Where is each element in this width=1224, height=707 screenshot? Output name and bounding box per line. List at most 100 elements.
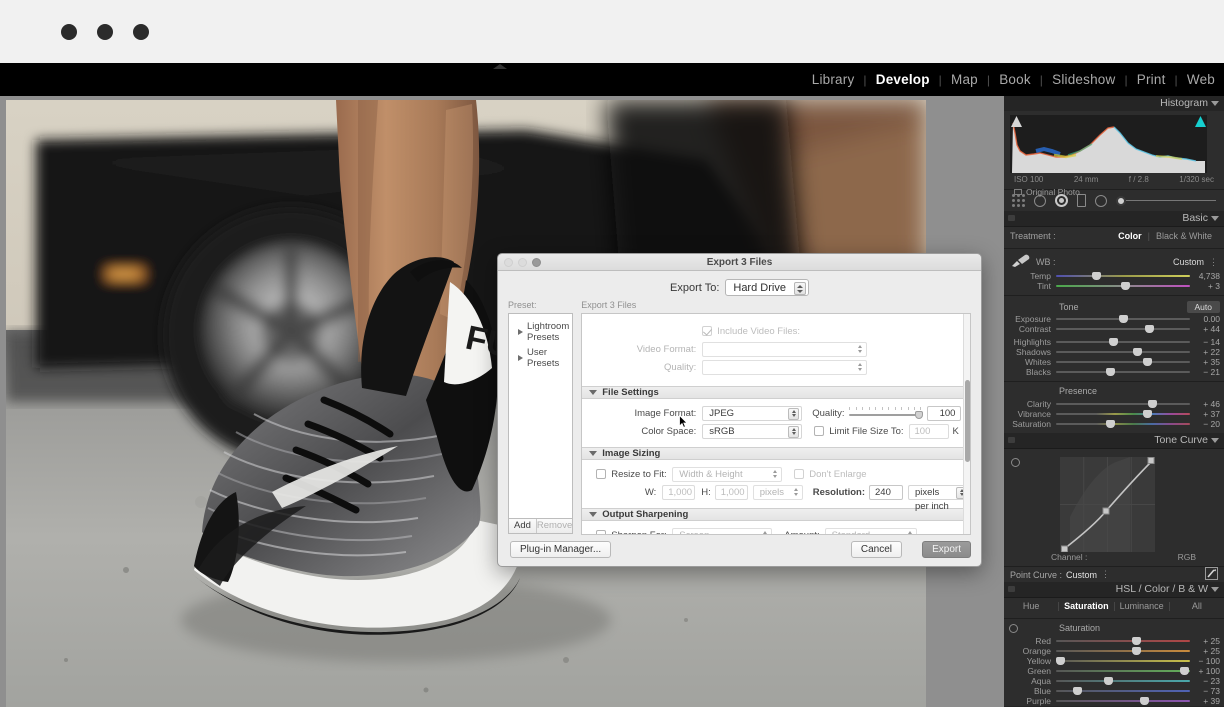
chevron-updown-icon[interactable]	[858, 344, 863, 353]
slider-shadows[interactable]: Shadows + 22	[1008, 347, 1220, 357]
image-format-row[interactable]: Image Format: JPEG Quality: 100	[582, 404, 970, 422]
maximize-button[interactable]	[133, 24, 149, 40]
close-button[interactable]	[61, 24, 77, 40]
chevron-updown-icon[interactable]	[788, 425, 800, 438]
chevron-down-icon[interactable]	[1211, 587, 1219, 592]
channel-value[interactable]: RGB	[1178, 552, 1224, 562]
slider-blacks[interactable]: Blacks − 21	[1008, 367, 1220, 377]
chevron-down-icon[interactable]	[1211, 101, 1219, 106]
eyedropper-icon[interactable]	[1010, 254, 1036, 270]
slider-clarity[interactable]: Clarity + 46	[1008, 399, 1220, 409]
settings-scroll-area[interactable]: Include Video Files: Video Format: Quali…	[581, 313, 971, 535]
preset-item-user[interactable]: User Presets	[509, 345, 572, 371]
target-adjust-icon[interactable]	[1009, 624, 1018, 633]
include-video-row[interactable]: Include Video Files:	[582, 322, 970, 340]
export-button[interactable]: Export	[922, 541, 971, 558]
chevron-down-icon[interactable]	[589, 451, 598, 456]
slider-whites[interactable]: Whites + 35	[1008, 357, 1220, 367]
hsl-panel-header[interactable]: HSL / Color / B & W	[1004, 582, 1224, 597]
color-space-row[interactable]: Color Space: sRGB Limit File Size To: 10…	[582, 422, 970, 440]
resolution-input[interactable]: 240	[869, 484, 903, 500]
video-quality-row[interactable]: Quality:	[582, 358, 970, 376]
width-input[interactable]: 1,000	[662, 484, 696, 500]
hsl-slider-orange[interactable]: Orange + 25	[1008, 646, 1220, 656]
resize-to-fit-row[interactable]: Resize to Fit: Width & Height Don't Enla…	[582, 465, 970, 483]
chevron-right-icon[interactable]	[518, 355, 523, 361]
module-map[interactable]: Map	[942, 72, 987, 87]
chevron-down-icon[interactable]	[1211, 216, 1219, 221]
hsl-slider-yellow[interactable]: Yellow − 100	[1008, 656, 1220, 666]
module-picker[interactable]: Library | Develop | Map | Book | Slidesh…	[803, 63, 1224, 96]
scrollbar-thumb[interactable]	[965, 380, 970, 462]
color-space-select[interactable]: sRGB	[702, 423, 803, 439]
target-adjust-icon[interactable]	[1011, 458, 1020, 467]
video-format-row[interactable]: Video Format:	[582, 340, 970, 358]
size-unit-select[interactable]: pixels	[752, 484, 803, 500]
slider-temp[interactable]: Temp 4,738	[1008, 271, 1220, 281]
chevron-down-icon[interactable]	[1211, 438, 1219, 443]
edit-point-curve-icon[interactable]	[1205, 567, 1218, 582]
treatment-color-option[interactable]: Color	[1112, 231, 1148, 241]
chevron-updown-icon[interactable]	[793, 282, 806, 295]
close-button[interactable]	[504, 258, 513, 267]
wb-value[interactable]: Custom	[1173, 257, 1204, 267]
window-controls[interactable]	[61, 24, 149, 40]
hsl-slider-aqua[interactable]: Aqua − 23	[1008, 676, 1220, 686]
quality-slider[interactable]	[849, 407, 924, 419]
original-photo-toggle[interactable]: Original Photo	[1010, 184, 1218, 197]
module-print[interactable]: Print	[1128, 72, 1175, 87]
quality-value-input[interactable]: 100	[927, 405, 962, 421]
dimensions-row[interactable]: W: 1,000 H: 1,000 pixels Resolution: 240	[582, 483, 970, 512]
slider-tint[interactable]: Tint + 3	[1008, 281, 1220, 291]
slider-saturation[interactable]: Saturation − 20	[1008, 419, 1220, 429]
plugin-manager-button[interactable]: Plug-in Manager...	[510, 541, 612, 558]
treatment-bw-option[interactable]: Black & White	[1150, 231, 1218, 241]
export-dialog[interactable]: Export 3 Files Export To: Hard Drive Pre…	[497, 253, 982, 567]
image-format-select[interactable]: JPEG	[702, 405, 803, 421]
module-library[interactable]: Library	[803, 72, 864, 87]
histogram-panel-header[interactable]: Histogram	[1004, 96, 1224, 111]
tab-luminance[interactable]: Luminance	[1115, 601, 1169, 611]
hsl-tabs[interactable]: Hue Saturation Luminance All	[1004, 598, 1224, 614]
chevron-updown-icon[interactable]	[858, 362, 863, 371]
slider-exposure[interactable]: Exposure 0.00	[1008, 314, 1220, 324]
panel-toggle-icon[interactable]	[1008, 215, 1015, 221]
hsl-slider-red[interactable]: Red + 25	[1008, 636, 1220, 646]
minimize-button[interactable]	[97, 24, 113, 40]
tab-hue[interactable]: Hue	[1004, 601, 1058, 611]
dialog-window-controls[interactable]	[504, 258, 541, 267]
tone-curve-graph[interactable]	[1060, 457, 1155, 553]
limit-file-size-checkbox[interactable]	[814, 426, 825, 436]
hsl-slider-green[interactable]: Green + 100	[1008, 666, 1220, 676]
image-sizing-header[interactable]: Image Sizing	[582, 447, 970, 460]
limit-file-size-input[interactable]: 100	[908, 423, 949, 439]
hsl-slider-purple[interactable]: Purple + 39	[1008, 696, 1220, 706]
chevron-down-icon[interactable]	[589, 390, 598, 395]
resize-to-fit-select[interactable]: Width & Height	[672, 466, 783, 482]
quality-slider-knob[interactable]	[915, 411, 924, 419]
zoom-button[interactable]	[532, 258, 541, 267]
slider-highlights[interactable]: Highlights − 14	[1008, 337, 1220, 347]
preset-list[interactable]: Lightroom Presets User Presets	[508, 313, 574, 519]
histogram-graph[interactable]	[1010, 115, 1207, 173]
resize-to-fit-checkbox[interactable]	[596, 469, 607, 479]
height-input[interactable]: 1,000	[714, 484, 748, 500]
chevron-updown-icon[interactable]	[793, 487, 798, 496]
triangle-up-icon[interactable]	[493, 64, 507, 69]
chevron-updown-icon[interactable]	[773, 469, 778, 478]
tone-curve-panel-header[interactable]: Tone Curve	[1004, 433, 1224, 448]
wb-menu-icon[interactable]: ⋮	[1204, 257, 1218, 268]
export-to-select[interactable]: Hard Drive	[725, 279, 809, 296]
auto-tone-button[interactable]: Auto	[1186, 301, 1220, 313]
include-video-checkbox[interactable]	[702, 326, 713, 336]
file-settings-header[interactable]: File Settings	[582, 386, 970, 399]
resolution-unit-select[interactable]: pixels per inch	[908, 484, 970, 512]
module-book[interactable]: Book	[990, 72, 1040, 87]
chevron-down-icon[interactable]	[589, 512, 598, 517]
tab-all[interactable]: All	[1170, 601, 1224, 611]
module-slideshow[interactable]: Slideshow	[1043, 72, 1124, 87]
minimize-button[interactable]	[518, 258, 527, 267]
dont-enlarge-checkbox[interactable]	[794, 469, 805, 479]
hsl-slider-blue[interactable]: Blue − 73	[1008, 686, 1220, 696]
chevron-updown-icon[interactable]	[788, 407, 800, 420]
